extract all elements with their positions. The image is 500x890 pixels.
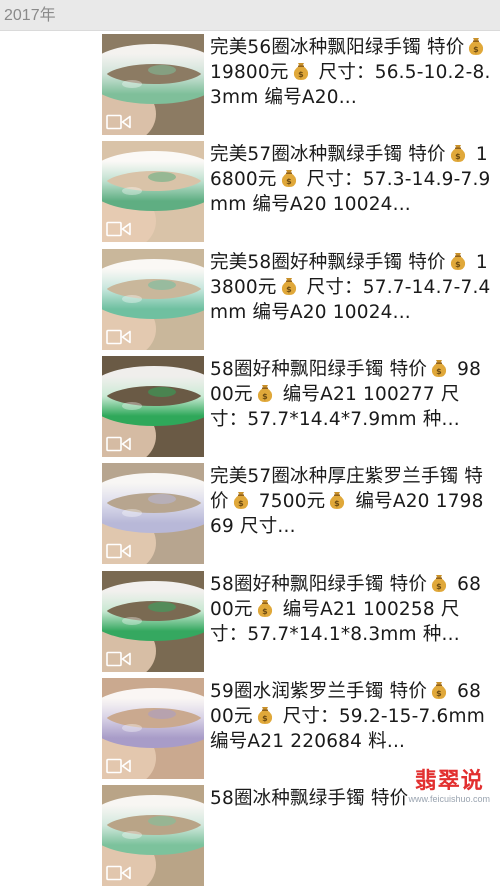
- video-thumbnail[interactable]: [102, 141, 204, 243]
- video-camera-icon: [106, 865, 131, 881]
- money-bag-icon: $: [281, 170, 296, 188]
- video-camera-icon: [106, 329, 131, 344]
- video-camera-icon: [106, 758, 131, 774]
- video-camera-icon: [106, 114, 131, 130]
- feed-item[interactable]: 58圈好种飘阳绿手镯 特价 $ 6800元 $ 编号A21 100258 尺寸：57…: [0, 568, 500, 676]
- svg-text:$: $: [298, 70, 304, 79]
- svg-text:$: $: [474, 45, 480, 54]
- money-bag-icon: $: [293, 63, 308, 80]
- money-bag-icon: $: [431, 359, 447, 377]
- description-text: 完美57圈冰种飘绿手镯 特价: [210, 144, 446, 166]
- money-bag-icon: $: [450, 145, 465, 163]
- description-text: 59圈水润紫罗兰手镯 特价: [210, 680, 428, 702]
- item-description[interactable]: 完美57圈冰种飘绿手镯 特价 $ 16800元 $ 尺寸：57.3-14.9-7.9…: [210, 142, 492, 238]
- watermark-brand: 翡翠说: [414, 769, 484, 794]
- feed-item[interactable]: 完美57圈冰种厚庄紫罗兰手镯 特价 $ 7500元 $ 编号A20 179869 尺…: [0, 460, 500, 568]
- video-thumbnail[interactable]: [102, 570, 204, 672]
- money-bag-icon: $: [469, 38, 484, 55]
- feed-item[interactable]: 完美58圈好种飘绿手镯 特价 $ 13800元 $ 尺寸：57.7-14.7-7.4…: [0, 246, 500, 354]
- description-text: 7500元: [252, 491, 326, 513]
- description-text: 完美56圈冰种飘阳绿手镯 特价: [210, 37, 465, 58]
- video-camera-icon: [106, 651, 131, 666]
- money-bag-icon: $: [257, 599, 272, 617]
- item-description[interactable]: 完美56圈冰种飘阳绿手镯 特价 $ 19800元 $ 尺寸：56.5-10.2-8.…: [210, 35, 492, 131]
- description-text: 58圈冰种飘绿手镯 特价: [210, 788, 409, 810]
- svg-text:$: $: [455, 260, 461, 269]
- svg-text:$: $: [262, 607, 268, 616]
- svg-text:$: $: [286, 285, 292, 294]
- video-thumbnail[interactable]: [102, 785, 204, 887]
- svg-text:$: $: [455, 152, 461, 161]
- video-thumbnail[interactable]: [102, 463, 204, 565]
- feed-item[interactable]: 完美56圈冰种飘阳绿手镯 特价 $ 19800元 $ 尺寸：56.5-10.2-8.…: [0, 31, 500, 139]
- svg-text:$: $: [262, 392, 268, 401]
- video-thumbnail[interactable]: [102, 34, 204, 135]
- svg-text:$: $: [436, 582, 442, 591]
- video-thumbnail[interactable]: [102, 248, 204, 350]
- svg-text:$: $: [262, 714, 268, 723]
- description-text: 58圈好种飘阳绿手镯 特价: [210, 358, 428, 380]
- money-bag-icon: $: [257, 706, 272, 724]
- video-thumbnail[interactable]: [102, 677, 204, 779]
- description-text: 完美58圈好种飘绿手镯 特价: [210, 251, 446, 273]
- svg-text:$: $: [286, 177, 292, 186]
- year-header: 2017年: [0, 0, 500, 31]
- item-description[interactable]: 58圈好种飘阳绿手镯 特价 $ 6800元 $ 编号A21 100258 尺寸：57…: [210, 572, 492, 668]
- item-description[interactable]: 59圈水润紫罗兰手镯 特价 $ 6800元 $ 尺寸：59.2-15-7.6mm 编…: [210, 679, 492, 775]
- money-bag-icon: $: [450, 252, 465, 270]
- svg-text:$: $: [238, 499, 244, 508]
- money-bag-icon: $: [330, 492, 345, 510]
- watermark-url: www.feicuishuo.com: [408, 794, 490, 804]
- item-description[interactable]: 完美58圈好种飘绿手镯 特价 $ 13800元 $ 尺寸：57.7-14.7-7.4…: [210, 250, 492, 346]
- svg-text:$: $: [436, 367, 442, 376]
- video-camera-icon: [106, 543, 131, 559]
- video-camera-icon: [106, 221, 131, 237]
- svg-text:$: $: [436, 689, 442, 698]
- video-thumbnail[interactable]: [102, 355, 204, 457]
- item-description[interactable]: 完美57圈冰种厚庄紫罗兰手镯 特价 $ 7500元 $ 编号A20 179869 尺…: [210, 464, 492, 560]
- description-text: 58圈好种飘阳绿手镯 特价: [210, 573, 428, 595]
- description-text: 19800元: [210, 62, 289, 83]
- money-bag-icon: $: [431, 574, 447, 592]
- feed-item[interactable]: 完美57圈冰种飘绿手镯 特价 $ 16800元 $ 尺寸：57.3-14.9-7.9…: [0, 138, 500, 246]
- money-bag-icon: $: [281, 277, 296, 295]
- year-label: 2017年: [4, 7, 56, 24]
- money-bag-icon: $: [431, 681, 447, 699]
- video-camera-icon: [106, 436, 131, 452]
- item-description[interactable]: 58圈好种飘阳绿手镯 特价 $ 9800元 $ 编号A21 100277 尺寸：57…: [210, 357, 492, 453]
- money-bag-icon: $: [257, 384, 272, 402]
- money-bag-icon: $: [233, 492, 248, 510]
- svg-text:$: $: [334, 499, 340, 508]
- feed-item[interactable]: 59圈水润紫罗兰手镯 特价 $ 6800元 $ 尺寸：59.2-15-7.6mm 编…: [0, 675, 500, 783]
- watermark: 翡翠说 www.feicuishuo.com: [408, 769, 490, 805]
- feed-item[interactable]: 58圈好种飘阳绿手镯 特价 $ 9800元 $ 编号A21 100277 尺寸：57…: [0, 353, 500, 461]
